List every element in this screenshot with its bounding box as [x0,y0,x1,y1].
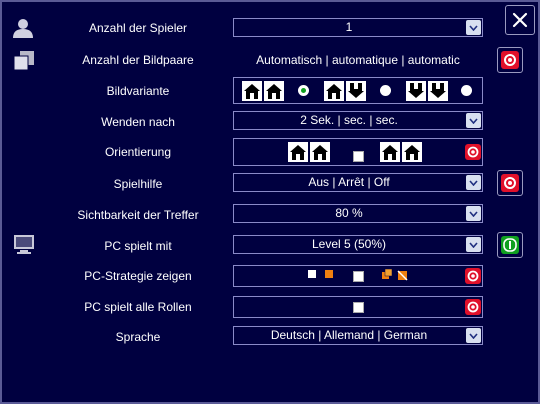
red-toggle-icon [501,174,519,192]
chevron-down-icon[interactable] [466,328,481,343]
pc-plays-label: PC spielt mit [104,239,172,253]
hint-select[interactable]: Aus | Arrêt | Off [233,173,483,192]
close-button[interactable] [505,5,535,35]
hint-label: Spielhilfe [113,177,163,191]
orientation-left-icon [288,142,330,162]
orientation-checkbox[interactable] [353,151,364,162]
pairs-value: Automatisch | automatique | automatic [256,53,460,67]
pc-strategy-label: PC-Strategie zeigen [84,269,192,283]
pc-plays-value: Level 5 (50%) [311,237,387,251]
house-up-icon [242,81,284,101]
variant-radio-1[interactable] [298,85,309,96]
pc-plays-select[interactable]: Level 5 (50%) [233,235,483,254]
turn-value: 2 Sek. | sec. | sec. [300,113,398,127]
visibility-select[interactable]: 80 % [233,204,483,223]
language-label: Sprache [115,330,161,344]
visibility-label: Sichtbarkeit der Treffer [77,208,199,222]
variant-options[interactable] [233,77,483,104]
pc-strategy-checkbox[interactable] [353,271,364,282]
language-value: Deutsch | Allemand | German [270,328,428,342]
language-select[interactable]: Deutsch | Allemand | German [233,326,483,345]
strategy-orange-square-icon [325,270,333,278]
hint-toggle-button[interactable] [497,170,523,196]
orientation-options[interactable] [233,138,483,166]
visibility-value: 80 % [335,206,363,220]
house-mixed-icon [324,81,366,101]
players-select[interactable]: 1 [233,18,483,37]
variant-label: Bildvariante [106,84,170,98]
pairs-toggle-button[interactable] [497,47,523,73]
chevron-down-icon[interactable] [466,237,481,252]
house-down-icon [406,81,448,101]
pc-plays-toggle-button[interactable] [497,232,523,258]
orientation-red-toggle-icon[interactable] [465,144,481,160]
green-toggle-icon [501,236,519,254]
strategy-white-square-icon [308,270,316,278]
pc-all-label: PC spielt alle Rollen [84,300,192,314]
red-toggle-icon [501,51,519,69]
pc-all-red-toggle-icon[interactable] [465,299,481,315]
pc-all-options[interactable] [233,296,483,318]
variant-radio-2[interactable] [380,85,391,96]
pc-strategy-red-toggle-icon[interactable] [465,268,481,284]
chevron-down-icon[interactable] [466,175,481,190]
pc-strategy-options[interactable] [233,265,483,287]
hint-value: Aus | Arrêt | Off [308,175,390,189]
chevron-down-icon[interactable] [466,20,481,35]
variant-radio-3[interactable] [461,85,472,96]
players-value: 1 [345,20,353,34]
user-icon [12,18,34,41]
strategy-pair-icon [382,268,408,281]
chevron-down-icon[interactable] [466,206,481,221]
turn-label: Wenden nach [101,115,175,129]
close-icon [512,12,528,28]
orientation-label: Orientierung [104,145,172,159]
pairs-cards-icon [12,50,36,75]
pc-all-checkbox[interactable] [353,302,364,313]
computer-icon [12,233,36,258]
players-label: Anzahl der Spieler [88,21,188,35]
orientation-right-icon [380,142,422,162]
chevron-down-icon[interactable] [466,113,481,128]
pairs-label: Anzahl der Bildpaare [82,53,194,67]
turn-select[interactable]: 2 Sek. | sec. | sec. [233,111,483,130]
